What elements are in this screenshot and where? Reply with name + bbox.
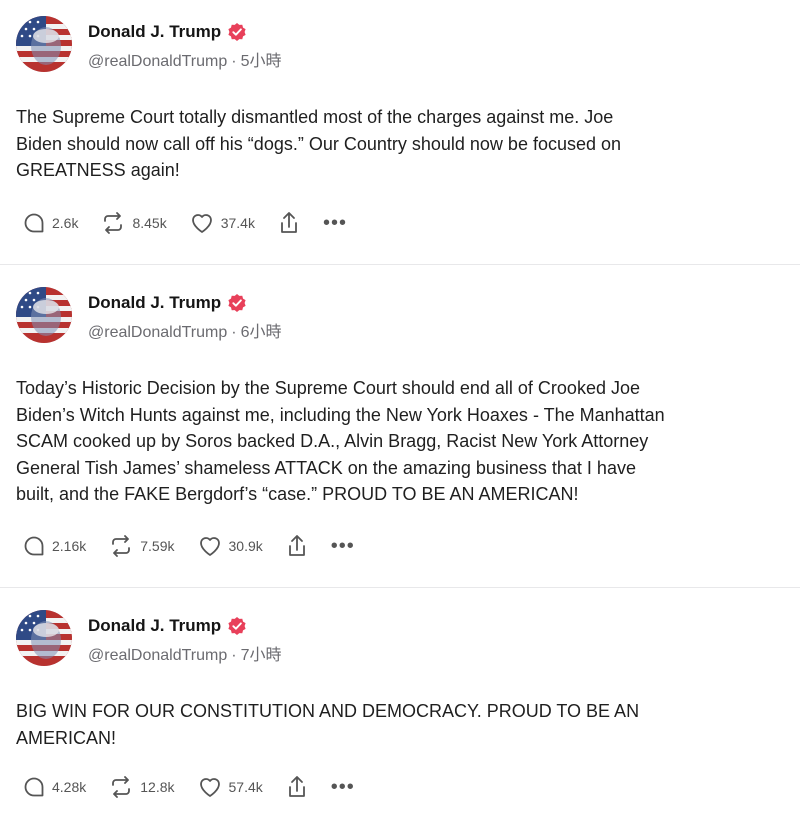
like-button[interactable]: 57.4k bbox=[197, 775, 285, 799]
action-bar: 2.16k 7.59k 30.9k ••• bbox=[22, 531, 355, 561]
reply-icon bbox=[24, 213, 44, 233]
more-icon: ••• bbox=[330, 776, 355, 798]
share-button[interactable] bbox=[285, 774, 309, 800]
author-name[interactable]: Donald J. Trump bbox=[88, 616, 221, 636]
reply-button[interactable]: 2.16k bbox=[22, 534, 108, 558]
post-text: BIG WIN FOR OUR CONSTITUTION AND DEMOCRA… bbox=[16, 701, 640, 748]
repost-icon bbox=[104, 212, 123, 234]
repost-count: 8.45k bbox=[132, 215, 167, 231]
author-handle[interactable]: @realDonaldTrump bbox=[88, 324, 227, 341]
verified-badge-icon bbox=[227, 616, 247, 636]
action-bar: 4.28k 12.8k 57.4k ••• bbox=[22, 772, 355, 802]
avatar-image bbox=[16, 287, 72, 343]
verified-badge-icon bbox=[227, 22, 247, 42]
avatar-image bbox=[16, 610, 72, 666]
repost-button[interactable]: 7.59k bbox=[108, 534, 196, 558]
post[interactable]: Donald J. Trump @realDonaldTrump · 5小時 The… bbox=[0, 0, 800, 265]
separator-dot: · bbox=[231, 647, 237, 664]
more-icon: ••• bbox=[330, 535, 355, 557]
like-button[interactable]: 30.9k bbox=[197, 534, 285, 558]
reply-count: 2.6k bbox=[52, 215, 79, 231]
repost-button[interactable]: 12.8k bbox=[108, 775, 196, 799]
share-icon bbox=[288, 776, 305, 797]
post-text: The Supreme Court totally dismantled mos… bbox=[16, 107, 622, 180]
more-icon: ••• bbox=[322, 212, 347, 234]
reply-icon bbox=[24, 536, 44, 556]
repost-count: 7.59k bbox=[140, 538, 175, 554]
author-name[interactable]: Donald J. Trump bbox=[88, 293, 221, 313]
reply-count: 2.16k bbox=[52, 538, 87, 554]
post-header: Donald J. Trump @realDonaldTrump · 6小時 bbox=[16, 287, 784, 349]
avatar-image bbox=[16, 16, 72, 72]
reply-icon bbox=[24, 777, 44, 797]
post[interactable]: Donald J. Trump @realDonaldTrump · 7小時 BIG… bbox=[0, 588, 800, 828]
post-header: Donald J. Trump @realDonaldTrump · 7小時 bbox=[16, 610, 784, 672]
like-count: 30.9k bbox=[228, 538, 263, 554]
reply-count: 4.28k bbox=[52, 779, 87, 795]
verified-badge-icon bbox=[227, 293, 247, 313]
reply-button[interactable]: 2.6k bbox=[22, 211, 100, 235]
share-button[interactable] bbox=[285, 533, 309, 559]
post-header: Donald J. Trump @realDonaldTrump · 5小時 bbox=[16, 16, 784, 78]
reply-button[interactable]: 4.28k bbox=[22, 775, 108, 799]
post-time[interactable]: 7小時 bbox=[241, 647, 282, 664]
post-time[interactable]: 5小時 bbox=[241, 53, 282, 70]
more-button[interactable]: ••• bbox=[323, 213, 347, 233]
author-handle[interactable]: @realDonaldTrump bbox=[88, 53, 227, 70]
avatar[interactable] bbox=[16, 16, 72, 72]
post-time[interactable]: 6小時 bbox=[241, 324, 282, 341]
action-bar: 2.6k 8.45k 37.4k ••• bbox=[22, 208, 347, 238]
post-feed: Donald J. Trump @realDonaldTrump · 5小時 The… bbox=[0, 0, 800, 828]
like-count: 37.4k bbox=[220, 215, 255, 231]
more-button[interactable]: ••• bbox=[331, 536, 355, 556]
more-button[interactable]: ••• bbox=[331, 777, 355, 797]
heart-icon bbox=[199, 537, 220, 556]
separator-dot: · bbox=[231, 53, 237, 70]
author-name[interactable]: Donald J. Trump bbox=[88, 22, 221, 42]
repost-icon bbox=[112, 535, 131, 557]
heart-icon bbox=[199, 778, 220, 797]
post[interactable]: Donald J. Trump @realDonaldTrump · 6小時 Tod… bbox=[0, 265, 800, 588]
separator-dot: · bbox=[231, 324, 237, 341]
heart-icon bbox=[191, 214, 212, 233]
share-icon bbox=[281, 212, 297, 233]
share-icon bbox=[288, 535, 305, 556]
author-handle[interactable]: @realDonaldTrump bbox=[88, 647, 227, 664]
post-text: Today’s Historic Decision by the Supreme… bbox=[16, 378, 665, 504]
repost-button[interactable]: 8.45k bbox=[100, 211, 188, 235]
avatar[interactable] bbox=[16, 610, 72, 666]
avatar[interactable] bbox=[16, 287, 72, 343]
like-button[interactable]: 37.4k bbox=[189, 211, 277, 235]
share-button[interactable] bbox=[277, 210, 301, 236]
repost-count: 12.8k bbox=[140, 779, 175, 795]
repost-icon bbox=[112, 776, 131, 798]
like-count: 57.4k bbox=[228, 779, 263, 795]
